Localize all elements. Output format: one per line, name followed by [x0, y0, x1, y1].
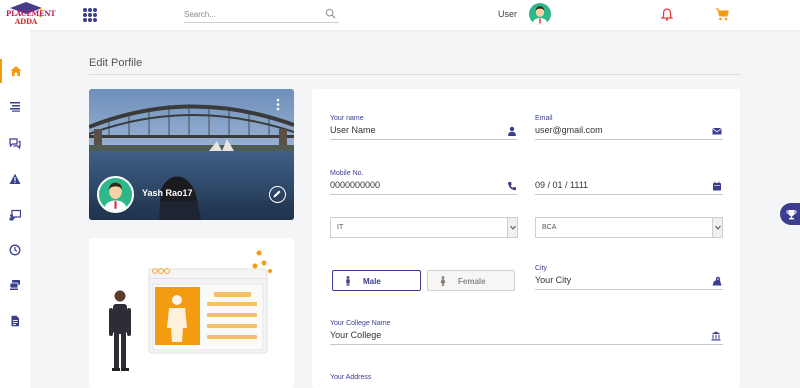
notification-bell-icon[interactable] — [661, 8, 673, 21]
title-divider — [89, 74, 741, 75]
chevron-down-icon — [507, 218, 517, 237]
email-label: Email — [535, 115, 553, 122]
city-underline — [535, 289, 723, 290]
profile-avatar[interactable] — [97, 176, 134, 213]
mobile-label: Mobile No. — [330, 170, 364, 177]
document-icon — [11, 315, 19, 327]
chalkboard-icon — [9, 209, 21, 221]
chevron-down-icon — [712, 218, 722, 237]
sidebar-item-warning[interactable] — [0, 167, 30, 191]
user-avatar[interactable] — [529, 3, 551, 25]
sidebar-item-document[interactable] — [0, 309, 30, 333]
sidebar-item-classroom[interactable] — [0, 203, 30, 227]
sidebar-item-chat[interactable] — [0, 131, 30, 155]
pencil-icon — [273, 190, 281, 198]
name-field-group: Your name — [330, 115, 517, 143]
city-field-group: City — [535, 265, 723, 293]
branch-select-value: IT — [337, 224, 344, 231]
page-title: Edit Porfile — [89, 57, 143, 69]
mobile-field-group: Mobile No. — [330, 170, 517, 198]
dob-field-group — [535, 170, 723, 198]
user-icon — [508, 126, 516, 136]
sidebar — [0, 30, 30, 388]
envelope-icon — [712, 127, 722, 135]
college-underline — [330, 344, 723, 345]
dob-input[interactable] — [535, 180, 705, 190]
branch-select[interactable]: IT — [330, 217, 518, 238]
profile-name: Yash Rao17 — [142, 188, 193, 198]
sidebar-item-home[interactable] — [0, 59, 30, 83]
chat-icon — [9, 138, 21, 149]
course-select[interactable]: BCA — [535, 217, 723, 238]
profile-illustration — [109, 250, 272, 371]
shopping-cart-icon[interactable] — [715, 8, 729, 21]
course-select-value: BCA — [542, 224, 557, 231]
address-field-group: Your Address — [330, 374, 723, 388]
search-input[interactable] — [184, 7, 314, 21]
gender-female-label: Female — [458, 277, 486, 286]
dob-underline — [535, 194, 723, 195]
university-icon — [711, 331, 721, 341]
profile-illustration-card — [89, 238, 294, 388]
search-icon[interactable] — [325, 8, 336, 19]
male-icon — [346, 276, 350, 286]
college-field-group: Your College Name — [330, 320, 723, 348]
sidebar-item-layers[interactable] — [0, 273, 30, 297]
mobile-input[interactable] — [330, 180, 500, 190]
logo-text: PLACEMENT ADDA — [6, 9, 56, 26]
layers-icon — [9, 280, 20, 290]
female-icon — [440, 276, 446, 286]
search-bar — [184, 6, 339, 23]
address-label: Your Address — [330, 374, 372, 381]
person-avatar-icon — [103, 182, 128, 211]
college-input[interactable] — [330, 330, 700, 340]
person-avatar-icon — [532, 6, 548, 25]
name-label: Your name — [330, 115, 364, 122]
brand-logo[interactable]: PLACEMENT ADDA — [6, 1, 56, 29]
gender-female-button[interactable]: Female — [427, 270, 515, 291]
clock-icon — [9, 244, 21, 256]
trophy-icon — [785, 209, 797, 219]
sidebar-item-clock[interactable] — [0, 238, 30, 262]
college-label: Your College Name — [330, 320, 391, 327]
profile-cover-card: Yash Rao17 — [89, 89, 294, 220]
user-name-label: User — [498, 9, 518, 19]
calendar-icon[interactable] — [712, 181, 722, 191]
name-underline — [330, 139, 517, 140]
name-input[interactable] — [330, 125, 500, 135]
warning-icon — [9, 173, 21, 184]
email-underline — [535, 139, 723, 140]
gender-male-label: Male — [363, 277, 381, 286]
more-options-icon[interactable] — [276, 98, 280, 111]
map-marker-icon — [712, 276, 722, 286]
mobile-underline — [330, 194, 517, 195]
email-input[interactable] — [535, 125, 705, 135]
phone-icon — [508, 182, 516, 191]
top-bar: PLACEMENT ADDA User — [0, 0, 800, 30]
gender-male-button[interactable]: Male — [332, 270, 421, 291]
edit-cover-button[interactable] — [269, 186, 286, 203]
apps-grid-icon[interactable] — [83, 8, 97, 22]
city-input[interactable] — [535, 275, 705, 285]
list-icon — [10, 102, 20, 112]
email-field-group: Email — [535, 115, 723, 143]
leaderboard-tab[interactable] — [780, 203, 800, 225]
city-label: City — [535, 265, 548, 272]
sidebar-item-list[interactable] — [0, 94, 30, 118]
edit-profile-form: Your name Email Mobile No. IT — [312, 89, 740, 388]
home-icon — [10, 66, 22, 76]
